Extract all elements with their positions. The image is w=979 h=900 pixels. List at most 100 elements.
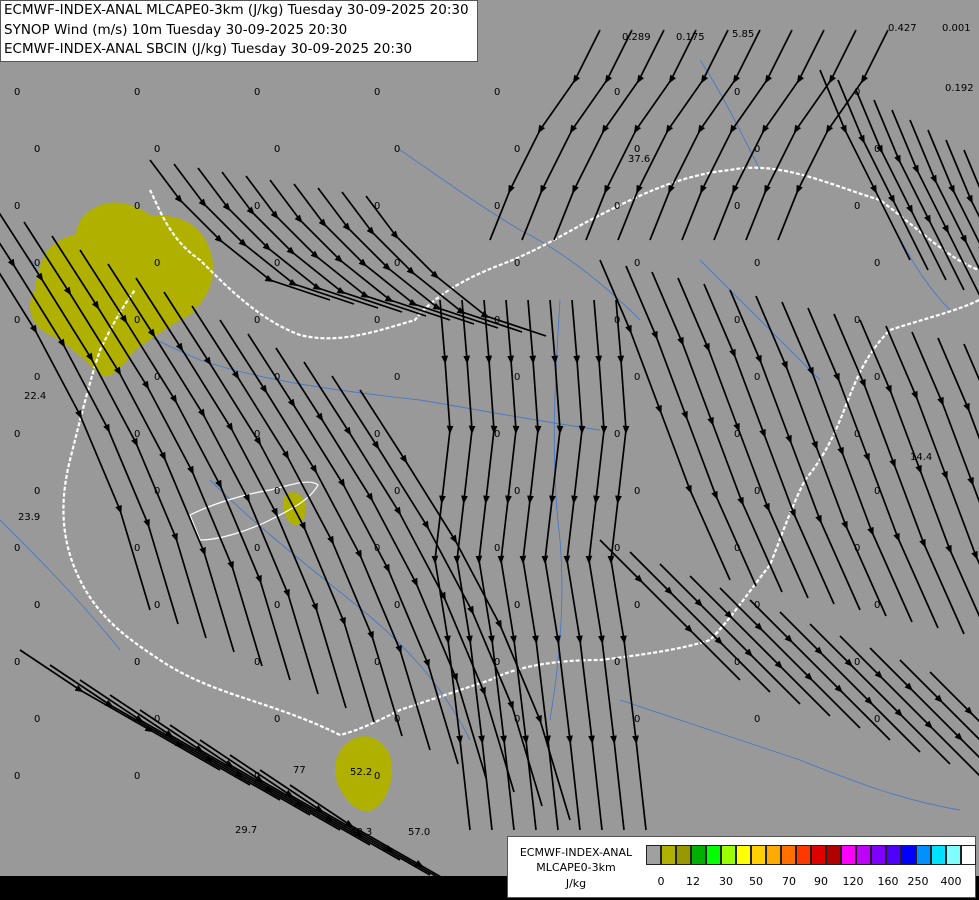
legend-tick-label: 250 xyxy=(907,875,929,888)
cape-value-label: 0 xyxy=(254,543,260,554)
cape-value-label: 0 xyxy=(874,372,880,383)
cape-value-label: 0 xyxy=(14,771,20,782)
cape-value-label: 0 xyxy=(614,657,620,668)
cape-value-label: 0 xyxy=(274,714,280,725)
cape-value-label: 0 xyxy=(34,600,40,611)
legend-swatch xyxy=(721,845,736,865)
legend-swatch xyxy=(811,845,826,865)
cape-value-label: 0 xyxy=(14,543,20,554)
cape-value-label: 0 xyxy=(274,372,280,383)
cape-value-label: 0 xyxy=(34,486,40,497)
cape-value-label: 0 xyxy=(514,372,520,383)
legend-swatch xyxy=(781,845,796,865)
legend-tick-label: 160 xyxy=(877,875,899,888)
cape-value-label: 0 xyxy=(14,87,20,98)
legend-swatch xyxy=(736,845,751,865)
cape-value-label: 0 xyxy=(634,258,640,269)
legend-swatch xyxy=(841,845,856,865)
color-legend: ECMWF-INDEX-ANAL MLCAPE0-3km J/kg 0 12 30 5… xyxy=(507,836,976,898)
legend-swatch xyxy=(856,845,871,865)
cape-value-label: 0 xyxy=(14,315,20,326)
legend-swatch xyxy=(706,845,721,865)
cape-value-label: 0 xyxy=(754,714,760,725)
cape-value-label: 0 xyxy=(494,657,500,668)
cape-value-label: 0 xyxy=(254,771,260,782)
cape-value-label: 0 xyxy=(514,144,520,155)
cape-value-label: 0 xyxy=(754,600,760,611)
legend-swatch xyxy=(886,845,901,865)
legend-title: ECMWF-INDEX-ANAL MLCAPE0-3km xyxy=(510,845,642,875)
cape-value-label: 0 xyxy=(854,657,860,668)
legend-tick-label: 120 xyxy=(842,875,864,888)
legend-swatch xyxy=(946,845,961,865)
legend-tick-label: 400 xyxy=(940,875,962,888)
cape-value-label: 0 xyxy=(394,144,400,155)
legend-swatch xyxy=(796,845,811,865)
cape-value-label: 0 xyxy=(274,600,280,611)
legend-tick-label: 50 xyxy=(749,875,763,888)
cape-value-label: 0 xyxy=(634,600,640,611)
map-header: ECMWF-INDEX-ANAL MLCAPE0-3km (J/kg) Tues… xyxy=(0,0,478,62)
cape-value-label: 0 xyxy=(374,201,380,212)
cape-value-label: 14.4 xyxy=(910,452,932,463)
cape-value-label: 0 xyxy=(514,714,520,725)
cape-value-label: 0 xyxy=(734,543,740,554)
header-cin-title: ECMWF-INDEX-ANAL SBCIN (J/kg) Tuesday 30… xyxy=(4,41,413,57)
cape-value-label: 29.7 xyxy=(235,825,257,836)
cape-value-label: 37.6 xyxy=(628,154,650,165)
legend-title-line2: MLCAPE0-3km xyxy=(536,861,616,874)
cape-value-label: 0 xyxy=(734,657,740,668)
legend-tick-label: 30 xyxy=(719,875,733,888)
legend-tick-label: 0 xyxy=(657,875,665,888)
cape-value-label: 0 xyxy=(514,258,520,269)
cape-value-label: 52.2 xyxy=(350,767,372,778)
legend-swatch xyxy=(931,845,946,865)
cape-value-label: 0 xyxy=(614,315,620,326)
cape-value-label: 0 xyxy=(134,771,140,782)
header-wind-title: SYNOP Wind (m/s) 10m Tuesday 30-09-2025 … xyxy=(4,21,348,38)
legend-unit: J/kg xyxy=(565,877,587,890)
weather-map[interactable]: 0.289 0.175 5.85 0.427 0.001 0.192 37.6 22.4 23.… xyxy=(0,0,979,900)
cape-value-label: 0 xyxy=(734,315,740,326)
cape-value-label: 0 xyxy=(134,315,140,326)
legend-swatch xyxy=(901,845,916,865)
legend-swatch xyxy=(661,845,676,865)
cape-value-label: 0 xyxy=(634,714,640,725)
legend-swatch xyxy=(871,845,886,865)
legend-swatch xyxy=(691,845,706,865)
cape-value-label: 0 xyxy=(394,714,400,725)
cape-value-label: 0 xyxy=(254,201,260,212)
cape-value-label: 0 xyxy=(154,714,160,725)
cape-value-label: 0 xyxy=(154,600,160,611)
cape-value-label: 57.0 xyxy=(408,827,430,838)
cape-value-label: 0.175 xyxy=(676,32,705,43)
cape-value-label: 0 xyxy=(634,486,640,497)
cape-value-label: 0 xyxy=(734,429,740,440)
legend-swatch xyxy=(646,845,661,865)
cape-value-label: 0 xyxy=(274,258,280,269)
cape-value-label: 5.85 xyxy=(732,29,754,40)
cape-value-label: 0 xyxy=(34,372,40,383)
legend-swatch xyxy=(916,845,931,865)
cape-value-label: 0 xyxy=(274,486,280,497)
cape-value-label: 0 xyxy=(374,771,380,782)
cape-value-label: 0 xyxy=(614,429,620,440)
cape-value-label: 0 xyxy=(14,657,20,668)
cape-value-label: 0 xyxy=(514,486,520,497)
cape-value-label: 0 xyxy=(374,543,380,554)
cape-value-label: 0 xyxy=(274,144,280,155)
cape-value-label: 0 xyxy=(134,657,140,668)
cape-value-label: 0 xyxy=(754,144,760,155)
cape-value-label: 22.4 xyxy=(24,391,46,402)
cape-value-label: 0 xyxy=(134,201,140,212)
cape-value-label: 0.427 xyxy=(888,23,917,34)
cape-value-label: 0 xyxy=(634,144,640,155)
cape-value-label: 0 xyxy=(634,372,640,383)
cape-value-label: 0 xyxy=(494,429,500,440)
cape-value-label: 0 xyxy=(374,429,380,440)
cape-value-label: 0 xyxy=(614,87,620,98)
cape-value-label: 0 xyxy=(614,201,620,212)
legend-swatch xyxy=(826,845,841,865)
cape-value-label: 0 xyxy=(854,429,860,440)
cape-value-label: 0 xyxy=(514,600,520,611)
